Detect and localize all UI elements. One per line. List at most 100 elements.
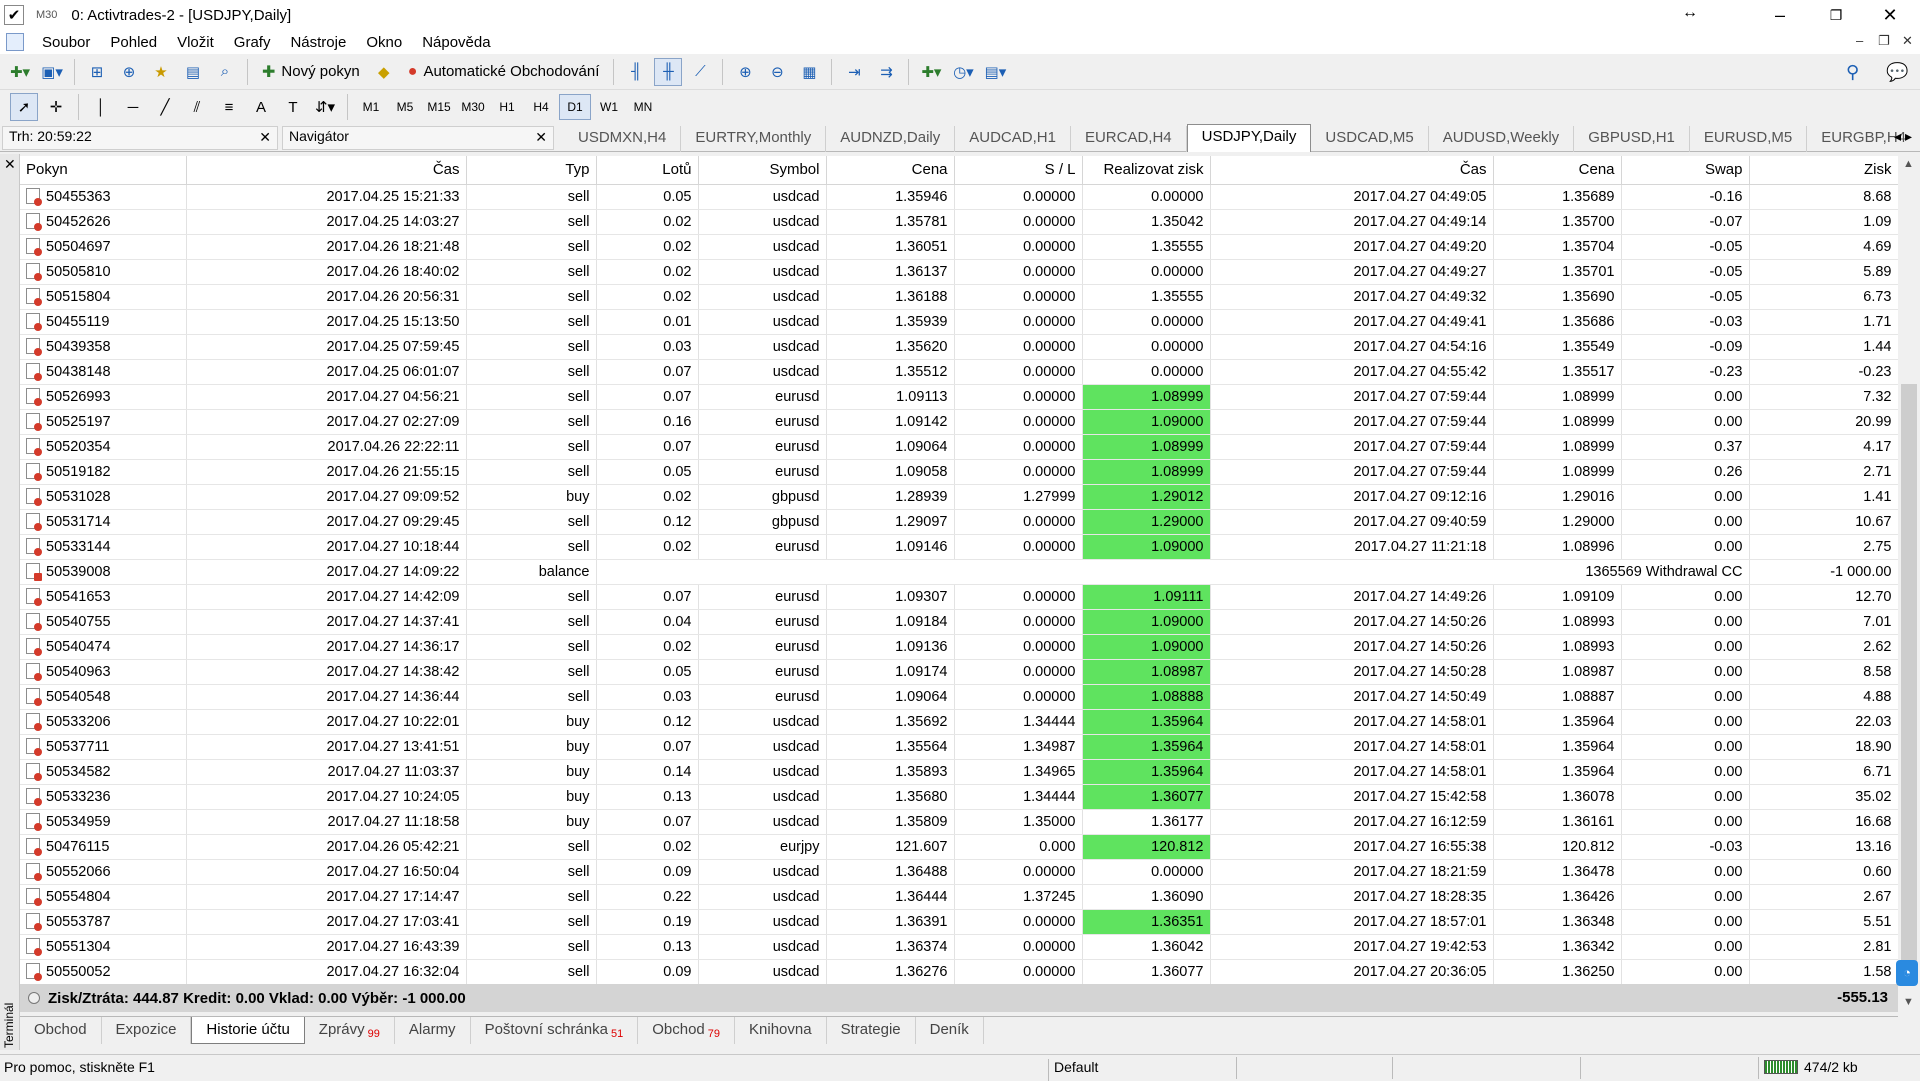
- table-row[interactable]: 50533144 2017.04.27 10:18:44 sell 0.02 eurus…: [20, 534, 1898, 560]
- zoom-out-icon[interactable]: ⊖: [763, 58, 791, 86]
- timeframe-m30[interactable]: M30: [457, 94, 489, 120]
- terminal-tab[interactable]: Alarmy: [395, 1017, 471, 1044]
- chart-tab[interactable]: GBPUSD,H1: [1574, 126, 1690, 152]
- column-header[interactable]: Čas: [186, 156, 467, 185]
- close-icon[interactable]: ✕: [259, 129, 271, 146]
- terminal-icon[interactable]: ▤: [179, 58, 207, 86]
- column-header[interactable]: Typ: [466, 156, 597, 185]
- chart-tab[interactable]: USDCAD,M5: [1311, 126, 1429, 152]
- table-row[interactable]: 50551304 2017.04.27 16:43:39 sell 0.13 usdca…: [20, 934, 1898, 960]
- terminal-tab[interactable]: Zprávy 99: [305, 1017, 395, 1044]
- cursor-icon[interactable]: ➚: [10, 93, 38, 121]
- table-row[interactable]: 50534582 2017.04.27 11:03:37 buy 0.14 usdcad…: [20, 759, 1898, 785]
- timeframe-m1[interactable]: M1: [355, 94, 387, 120]
- timeframe-w1[interactable]: W1: [593, 94, 625, 120]
- templates-icon[interactable]: ▤▾: [981, 58, 1009, 86]
- candlestick-icon[interactable]: ╫: [654, 57, 683, 86]
- column-header[interactable]: Symbol: [698, 156, 827, 185]
- terminal-tab[interactable]: Deník: [916, 1017, 984, 1044]
- timeframe-m15[interactable]: M15: [423, 94, 455, 120]
- table-row[interactable]: 50455119 2017.04.25 15:13:50 sell 0.01 usdca…: [20, 309, 1898, 335]
- scroll-down-icon[interactable]: ▼: [1903, 996, 1914, 1008]
- column-header[interactable]: Swap: [1621, 156, 1750, 185]
- table-row[interactable]: 50531028 2017.04.27 09:09:52 buy 0.02 gbpusd…: [20, 484, 1898, 510]
- new-order-button[interactable]: ✚ Nový pokyn: [256, 58, 366, 86]
- table-row[interactable]: 50537711 2017.04.27 13:41:51 buy 0.07 usdcad…: [20, 734, 1898, 760]
- column-header[interactable]: Cena: [1493, 156, 1622, 185]
- restore-button[interactable]: ❐: [1808, 0, 1864, 30]
- mdi-minimize-button[interactable]: –: [1856, 33, 1863, 48]
- periods-icon[interactable]: ◷▾: [949, 58, 977, 86]
- column-header[interactable]: Pokyn: [20, 156, 187, 185]
- table-row[interactable]: 50550052 2017.04.27 16:32:04 sell 0.09 usdca…: [20, 959, 1898, 984]
- mdi-close-button[interactable]: ✕: [1902, 33, 1913, 49]
- terminal-tab[interactable]: Historie účtu: [191, 1017, 305, 1044]
- table-row[interactable]: 50554804 2017.04.27 17:14:47 sell 0.22 usdca…: [20, 884, 1898, 910]
- timeframe-h4[interactable]: H4: [525, 94, 557, 120]
- table-row[interactable]: 50540548 2017.04.27 14:36:44 sell 0.03 eurus…: [20, 684, 1898, 710]
- terminal-tab[interactable]: Knihovna: [735, 1017, 827, 1044]
- arrows-icon[interactable]: ⇵▾: [311, 93, 339, 121]
- vertical-line-icon[interactable]: │: [87, 93, 115, 121]
- tab-scroll-arrows-icon[interactable]: ◂ ▸: [1894, 128, 1912, 145]
- data-window-icon[interactable]: ⊕: [115, 58, 143, 86]
- table-row[interactable]: 50515804 2017.04.26 20:56:31 sell 0.02 usdca…: [20, 284, 1898, 310]
- profiles-icon[interactable]: ▣▾: [38, 58, 66, 86]
- menu-tools[interactable]: Nástroje: [280, 34, 356, 51]
- navigator-icon[interactable]: ★: [147, 58, 175, 86]
- table-row[interactable]: 50439358 2017.04.25 07:59:45 sell 0.03 usdca…: [20, 334, 1898, 360]
- close-icon[interactable]: ✕: [535, 129, 547, 146]
- table-row[interactable]: 50533206 2017.04.27 10:22:01 buy 0.12 usdcad…: [20, 709, 1898, 735]
- terminal-tab[interactable]: Strategie: [827, 1017, 916, 1044]
- bar-chart-icon[interactable]: ╢: [622, 58, 650, 86]
- auto-scroll-icon[interactable]: ⇉: [872, 58, 900, 86]
- crosshair-icon[interactable]: ✛: [42, 93, 70, 121]
- chart-tab[interactable]: AUDCAD,H1: [955, 126, 1071, 152]
- chart-tab[interactable]: USDJPY,Daily: [1186, 124, 1312, 152]
- column-header[interactable]: Zisk: [1749, 156, 1898, 185]
- zoom-in-icon[interactable]: ⊕: [731, 58, 759, 86]
- strategy-tester-icon[interactable]: ⌕: [211, 58, 239, 86]
- metaeditor-icon[interactable]: ◆: [370, 58, 398, 86]
- terminal-tab[interactable]: Obchod 79: [638, 1017, 736, 1044]
- chart-shift-icon[interactable]: ⇥: [840, 58, 868, 86]
- market-watch-icon[interactable]: ⊞: [83, 58, 111, 86]
- fibonacci-icon[interactable]: ≡: [215, 93, 243, 121]
- chat-bubble-icon[interactable]: 💬: [1886, 54, 1908, 90]
- column-header[interactable]: Čas: [1210, 156, 1494, 185]
- scrollbar-thumb[interactable]: [1901, 384, 1917, 964]
- minimize-button[interactable]: –: [1752, 0, 1808, 30]
- menu-insert[interactable]: Vložit: [167, 34, 224, 51]
- terminal-tab[interactable]: Poštovní schránka 51: [471, 1017, 639, 1044]
- menu-file[interactable]: Soubor: [32, 34, 100, 51]
- table-row[interactable]: 50476115 2017.04.26 05:42:21 sell 0.02 eurjp…: [20, 834, 1898, 860]
- document-menu-icon[interactable]: [6, 33, 24, 51]
- column-header[interactable]: Realizovat zisk: [1082, 156, 1211, 185]
- timeframe-mn[interactable]: MN: [627, 94, 659, 120]
- mdi-restore-button[interactable]: ❐: [1878, 33, 1890, 49]
- indicators-icon[interactable]: ✚▾: [917, 58, 945, 86]
- column-header[interactable]: Cena: [826, 156, 955, 185]
- table-row[interactable]: 50504697 2017.04.26 18:21:48 sell 0.02 usdca…: [20, 234, 1898, 260]
- table-row[interactable]: 50531714 2017.04.27 09:29:45 sell 0.12 gbpus…: [20, 509, 1898, 535]
- line-chart-icon[interactable]: ⟋: [686, 58, 714, 86]
- chart-tab[interactable]: AUDNZD,Daily: [826, 126, 956, 152]
- table-row[interactable]: 50552066 2017.04.27 16:50:04 sell 0.09 usdca…: [20, 859, 1898, 885]
- table-row[interactable]: 50534959 2017.04.27 11:18:58 buy 0.07 usdcad…: [20, 809, 1898, 835]
- table-row[interactable]: 50455363 2017.04.25 15:21:33 sell 0.05 usdca…: [20, 184, 1898, 210]
- table-row[interactable]: 50526993 2017.04.27 04:56:21 sell 0.07 eurus…: [20, 384, 1898, 410]
- autotrading-button[interactable]: ● Automatické Obchodování: [402, 58, 606, 86]
- chart-tab[interactable]: EURTRY,Monthly: [681, 126, 827, 152]
- chat-icon[interactable]: ◔: [1896, 960, 1918, 986]
- table-row[interactable]: 50525197 2017.04.27 02:27:09 sell 0.16 eurus…: [20, 409, 1898, 435]
- timeframe-d1[interactable]: D1: [559, 94, 591, 120]
- table-row[interactable]: 50540755 2017.04.27 14:37:41 sell 0.04 eurus…: [20, 609, 1898, 635]
- menu-window[interactable]: Okno: [356, 34, 412, 51]
- balance-row[interactable]: 50539008 2017.04.27 14:09:22 balance 136556…: [20, 559, 1898, 585]
- chart-tab[interactable]: EURUSD,M5: [1690, 126, 1808, 152]
- table-row[interactable]: 50519182 2017.04.26 21:55:15 sell 0.05 eurus…: [20, 459, 1898, 485]
- menu-charts[interactable]: Grafy: [224, 34, 281, 51]
- column-header[interactable]: S / L: [954, 156, 1083, 185]
- menu-view[interactable]: Pohled: [100, 34, 167, 51]
- timeframe-m5[interactable]: M5: [389, 94, 421, 120]
